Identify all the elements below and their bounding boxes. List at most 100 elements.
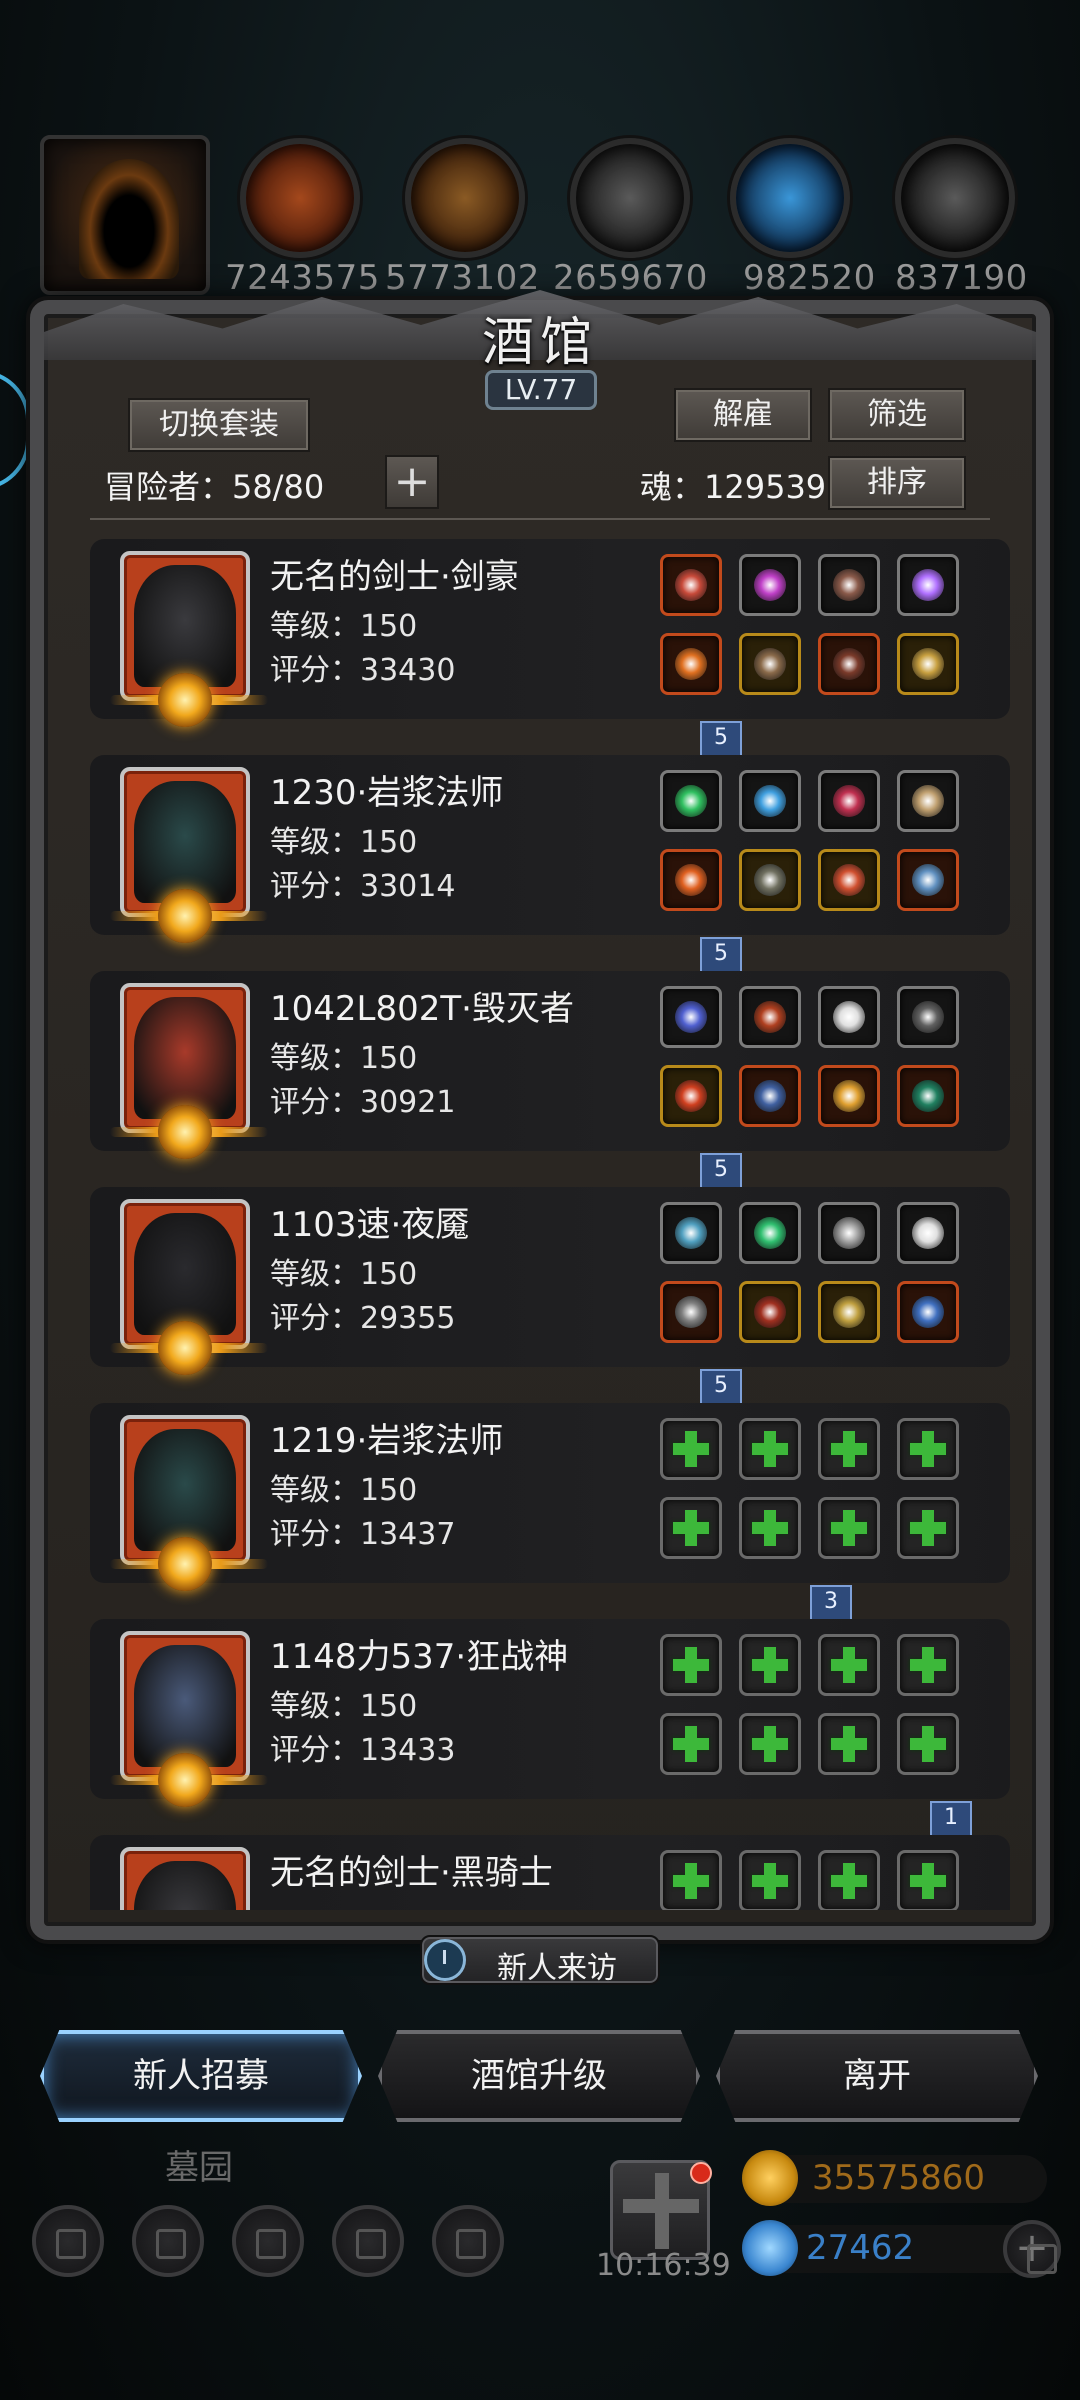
- empty-equip-slot-icon[interactable]: [660, 1634, 722, 1696]
- mail-icon[interactable]: [332, 2205, 404, 2277]
- star-icon[interactable]: [132, 2205, 204, 2277]
- crystal-icon[interactable]: [730, 138, 850, 258]
- empty-equip-slot-icon[interactable]: [818, 1850, 880, 1910]
- hero-avatar[interactable]: [110, 1631, 268, 1807]
- hero-row[interactable]: 无名的剑士·黑骑士: [90, 1835, 1010, 1910]
- hero-avatar[interactable]: [110, 551, 268, 727]
- equipment-slot-icon[interactable]: [818, 633, 880, 695]
- equipment-slot-icon[interactable]: [660, 849, 722, 911]
- hero-avatar[interactable]: [110, 767, 268, 943]
- hero-level: 等级：150: [270, 609, 418, 644]
- equipment-item-icon: [754, 785, 786, 817]
- empty-equip-slot-icon[interactable]: [818, 1713, 880, 1775]
- area-name: 墓园: [165, 2148, 233, 2188]
- equipment-slot-icon[interactable]: [897, 986, 959, 1048]
- equipment-slot-icon[interactable]: [660, 1281, 722, 1343]
- equipment-slot-icon[interactable]: [897, 633, 959, 695]
- empty-equip-slot-icon[interactable]: [660, 1418, 722, 1480]
- leave-button[interactable]: 离开: [716, 2030, 1038, 2122]
- empty-equip-slot-icon[interactable]: [739, 1418, 801, 1480]
- equipment-slot-icon[interactable]: [818, 770, 880, 832]
- add-currency-button[interactable]: +: [1003, 2220, 1061, 2278]
- iron-icon[interactable]: [895, 138, 1015, 258]
- equipment-slot-icon[interactable]: [818, 849, 880, 911]
- gold-amount: 35575860: [812, 2158, 986, 2198]
- empty-equip-slot-icon[interactable]: [897, 1850, 959, 1910]
- empty-equip-slot-icon[interactable]: [897, 1497, 959, 1559]
- equipment-slot-icon[interactable]: [660, 633, 722, 695]
- sort-button[interactable]: 排序: [828, 456, 966, 510]
- equipment-slot-icon[interactable]: [818, 1065, 880, 1127]
- tavern-level-badge: LV.77: [485, 370, 597, 410]
- wood-icon[interactable]: [405, 138, 525, 258]
- equipment-slot-icon[interactable]: [739, 1202, 801, 1264]
- stone-icon[interactable]: [570, 138, 690, 258]
- empty-equip-slot-icon[interactable]: [739, 1497, 801, 1559]
- equipment-slot-icon[interactable]: [660, 986, 722, 1048]
- gem-amount: 27462: [806, 2228, 915, 2268]
- empty-equip-slot-icon[interactable]: [739, 1634, 801, 1696]
- equipment-slot-icon[interactable]: [897, 1065, 959, 1127]
- hero-level: 等级：150: [270, 825, 418, 860]
- hero-name: 1230·岩浆法师: [270, 773, 504, 813]
- hero-avatar[interactable]: [120, 1847, 250, 1910]
- equipment-slot-icon[interactable]: [660, 1202, 722, 1264]
- meat-icon[interactable]: [240, 138, 360, 258]
- hero-row[interactable]: 1219·岩浆法师 等级：150 评分：13437: [90, 1403, 1010, 1591]
- side-expand-tab[interactable]: [0, 370, 30, 490]
- equipment-slot-icon[interactable]: [897, 554, 959, 616]
- equipment-slot-icon[interactable]: [897, 1281, 959, 1343]
- equipment-slot-icon[interactable]: [897, 849, 959, 911]
- new-visitor-button[interactable]: 新人来访: [420, 1935, 660, 1986]
- switch-outfit-button[interactable]: 切换套装: [128, 398, 310, 452]
- empty-equip-slot-icon[interactable]: [897, 1634, 959, 1696]
- hero-row[interactable]: 1148力537·狂战神 等级：150 评分：13433: [90, 1619, 1010, 1807]
- equipment-slot-icon[interactable]: [897, 1202, 959, 1264]
- empty-equip-slot-icon[interactable]: [818, 1418, 880, 1480]
- settings-icon[interactable]: [32, 2205, 104, 2277]
- hero-avatar[interactable]: [110, 1415, 268, 1591]
- hero-avatar[interactable]: [110, 1199, 268, 1375]
- filter-button[interactable]: 筛选: [828, 388, 966, 442]
- hero-row[interactable]: 无名的剑士·剑豪 等级：150 评分：33430: [90, 539, 1010, 727]
- equipment-slot-icon[interactable]: [739, 1065, 801, 1127]
- empty-equip-slot-icon[interactable]: [897, 1418, 959, 1480]
- equipment-slot-icon[interactable]: [818, 1202, 880, 1264]
- empty-equip-slot-icon[interactable]: [660, 1497, 722, 1559]
- equipment-slot-icon[interactable]: [739, 633, 801, 695]
- empty-equip-slot-icon[interactable]: [818, 1634, 880, 1696]
- equipment-slot-icon[interactable]: [739, 554, 801, 616]
- dismiss-button[interactable]: 解雇: [674, 388, 812, 442]
- building-icon[interactable]: [232, 2205, 304, 2277]
- empty-equip-slot-icon[interactable]: [897, 1713, 959, 1775]
- equipment-slot-icon[interactable]: [818, 986, 880, 1048]
- tavern-upgrade-button[interactable]: 酒馆升级: [378, 2030, 700, 2122]
- recruit-button[interactable]: 新人招募: [40, 2030, 362, 2122]
- empty-equip-slot-icon[interactable]: [660, 1713, 722, 1775]
- hero-row[interactable]: 1103速·夜魇 等级：150 评分：29355: [90, 1187, 1010, 1375]
- equipment-slot-icon[interactable]: [739, 770, 801, 832]
- equipment-item-icon: [912, 1080, 944, 1112]
- equipment-slot-icon[interactable]: [660, 770, 722, 832]
- equipment-slot-icon[interactable]: [897, 770, 959, 832]
- empty-equip-slot-icon[interactable]: [739, 1850, 801, 1910]
- expand-capacity-button[interactable]: +: [385, 455, 439, 509]
- equipment-item-icon: [675, 1080, 707, 1112]
- empty-equip-slot-icon[interactable]: [818, 1497, 880, 1559]
- hero-list[interactable]: 无名的剑士·剑豪 等级：150 评分：33430 5 1230·岩浆法师 等级：150 评分…: [60, 525, 1020, 1910]
- equipment-slot-icon[interactable]: [660, 554, 722, 616]
- hero-avatar[interactable]: [110, 983, 268, 1159]
- player-portrait[interactable]: [40, 135, 210, 295]
- empty-equip-slot-icon[interactable]: [660, 1850, 722, 1910]
- hero-row[interactable]: 1230·岩浆法师 等级：150 评分：33014: [90, 755, 1010, 943]
- shield-icon[interactable]: [432, 2205, 504, 2277]
- equipment-slot-icon[interactable]: [660, 1065, 722, 1127]
- hero-name: 1103速·夜魇: [270, 1205, 470, 1245]
- equipment-slot-icon[interactable]: [739, 849, 801, 911]
- empty-equip-slot-icon[interactable]: [739, 1713, 801, 1775]
- equipment-slot-icon[interactable]: [739, 986, 801, 1048]
- equipment-slot-icon[interactable]: [739, 1281, 801, 1343]
- equipment-slot-icon[interactable]: [818, 554, 880, 616]
- equipment-slot-icon[interactable]: [818, 1281, 880, 1343]
- hero-row[interactable]: 1042L802T·毁灭者 等级：150 评分：30921: [90, 971, 1010, 1159]
